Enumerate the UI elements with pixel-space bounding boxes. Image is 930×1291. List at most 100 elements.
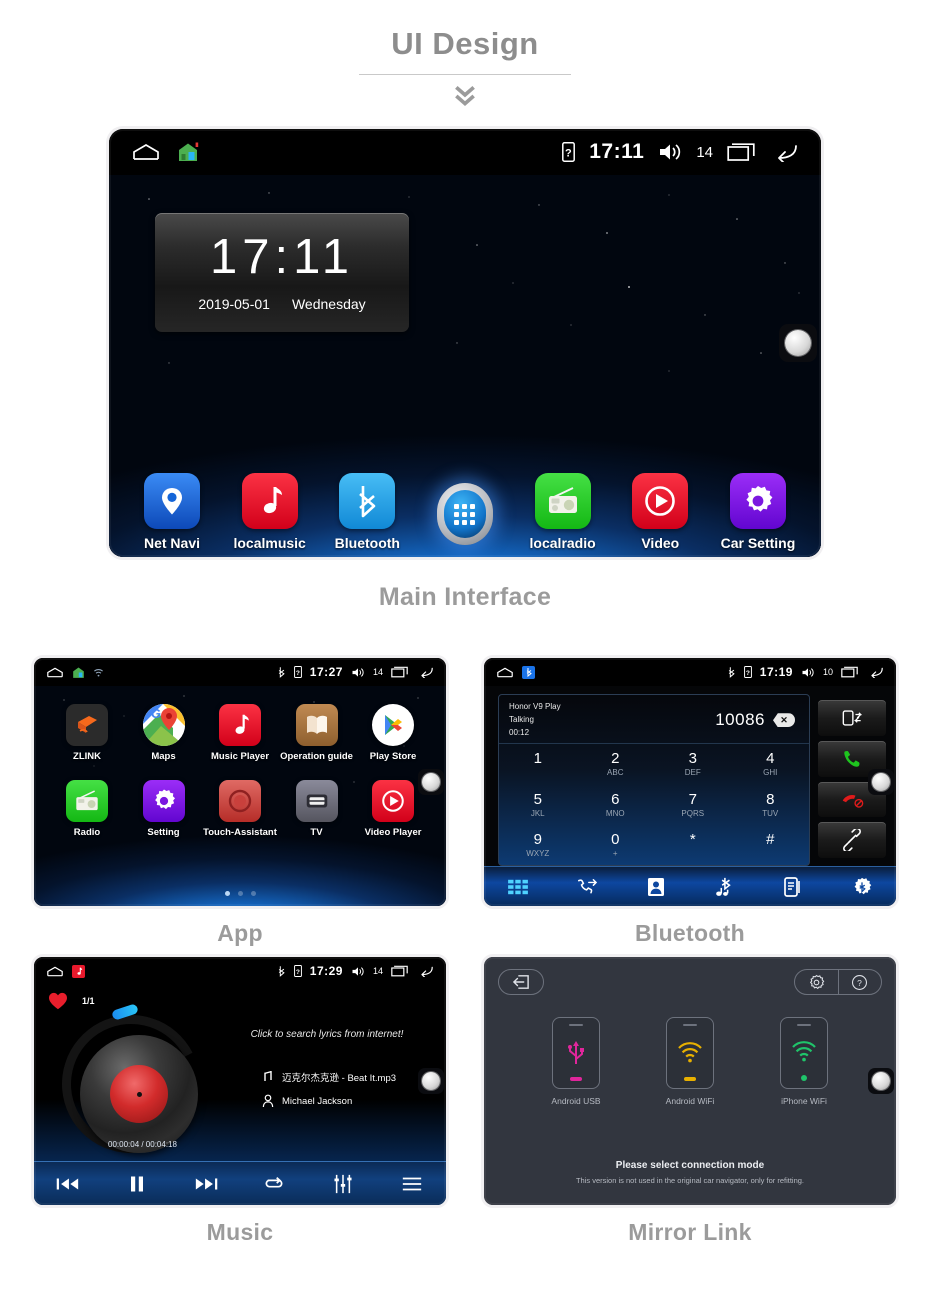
app-item-music-player[interactable]: Music Player [203,704,277,762]
equalizer-icon[interactable] [323,1171,363,1197]
dock-item-localradio[interactable]: localradio [518,473,608,551]
app-item-setting[interactable]: Setting [127,780,201,838]
play-store-icon [372,704,414,746]
key-5[interactable]: 5 JKL [499,785,577,825]
app-item-operation-guide[interactable]: Operation guide [280,704,354,762]
rotary-knob-icon[interactable] [418,769,444,795]
home-outline-icon[interactable] [496,667,514,678]
app-item-tv[interactable]: TV [280,780,354,838]
status-time: 17:19 [759,665,793,679]
turntable[interactable] [44,997,218,1171]
rotary-knob-icon[interactable] [418,1068,444,1094]
house-launcher-icon[interactable] [177,141,199,163]
volume-icon[interactable] [351,966,365,977]
mode-android-wifi[interactable]: Android WiFi [659,1017,721,1106]
key-9[interactable]: 9 WXYZ [499,825,577,865]
back-arrow-icon[interactable] [866,666,884,678]
pause-icon[interactable] [117,1171,157,1197]
key-6[interactable]: 6 MNO [577,785,655,825]
mode-iphone-wifi[interactable]: iPhone WiFi [773,1017,835,1106]
tab-call-history[interactable] [565,873,609,901]
tab-bluetooth-music[interactable] [702,873,746,901]
house-launcher-icon[interactable] [72,666,85,679]
bluetooth-tab-bar [484,866,896,906]
mode-android-usb[interactable]: Android USB [545,1017,607,1106]
app-item-maps[interactable]: G Maps [127,704,201,762]
app-item-touch-assistant[interactable]: Touch-Assistant [203,780,277,838]
dock-item-net-navi[interactable]: Net Navi [127,473,217,551]
app-screen[interactable]: ? 17:27 14 ZLINK G Maps Music Player Ope… [34,658,446,906]
key-letters: WXYZ [526,848,550,858]
key-4[interactable]: 4 GHI [732,744,810,784]
heart-icon[interactable] [48,992,68,1010]
back-arrow-icon[interactable] [416,965,434,977]
dock-item-car-setting[interactable]: Car Setting [713,473,803,551]
music-app-icon[interactable] [72,964,85,978]
tab-phonebook-sync[interactable] [771,873,815,901]
app-item-radio[interactable]: Radio [50,780,124,838]
music-status-bar: ? 17:29 14 [34,957,446,985]
app-label: Maps [151,751,176,762]
main-dock: Net Navi localmusic Bluetooth localradio… [109,473,821,551]
clock-widget[interactable]: 17:11 2019-05-01 Wednesday [155,213,409,332]
recents-icon[interactable] [841,666,858,678]
mirror-cell: ? Android USB Android WiFi iPhone WiFi P… [484,957,896,1246]
bluetooth-cell: ? 17:19 10 Honor V9 Play Talking 00:12 1… [484,658,896,947]
transfer-audio-icon[interactable] [818,700,886,736]
home-outline-icon[interactable] [46,667,64,678]
bluetooth-screen[interactable]: ? 17:19 10 Honor V9 Play Talking 00:12 1… [484,658,896,906]
backspace-icon[interactable]: ✕ [773,713,795,728]
dock-item-bluetooth[interactable]: Bluetooth [322,473,412,551]
recents-icon[interactable] [391,666,408,678]
key-8[interactable]: 8 TUV [732,785,810,825]
call-info: Honor V9 Play Talking 00:12 10086 ✕ [499,695,809,743]
gear-icon[interactable] [795,970,838,994]
app-item-play-store[interactable]: Play Store [356,704,430,762]
volume-icon[interactable] [801,667,815,678]
radio-icon [66,780,108,822]
exit-icon[interactable] [498,969,544,995]
key-2[interactable]: 2 ABC [577,744,655,784]
volume-icon[interactable] [658,142,682,162]
mirror-link-screen[interactable]: ? Android USB Android WiFi iPhone WiFi P… [484,957,896,1205]
question-circle-icon[interactable]: ? [839,970,882,994]
page-indicator[interactable] [34,891,446,896]
key-0[interactable]: 0 + [577,825,655,865]
recents-icon[interactable] [391,965,408,977]
music-screen[interactable]: ? 17:29 14 1/1 Click to search lyrics fr… [34,957,446,1205]
tab-dialpad[interactable] [496,873,540,901]
volume-icon[interactable] [351,667,365,678]
dock-item-app-drawer[interactable] [420,483,510,551]
repeat-icon[interactable] [254,1171,294,1197]
main-interface-screen[interactable]: ? 17:11 14 17:11 2019-05-01 Wednesday Ne… [109,129,821,557]
back-arrow-icon[interactable] [416,666,434,678]
recents-icon[interactable] [727,142,755,162]
app-drawer-icon[interactable] [436,483,493,545]
back-arrow-icon[interactable] [769,142,799,162]
key-1[interactable]: 1 [499,744,577,784]
rotary-knob-icon[interactable] [868,769,894,795]
pair-link-icon[interactable] [818,822,886,858]
key-hash[interactable]: # [732,825,810,865]
key-7[interactable]: 7 PQRS [654,785,732,825]
rotary-knob-icon[interactable] [779,324,817,362]
app-drawer-grid: ZLINK G Maps Music Player Operation guid… [34,692,446,906]
home-outline-icon[interactable] [46,966,64,977]
playlist-icon[interactable] [392,1171,432,1197]
next-track-icon[interactable] [186,1171,226,1197]
tab-bluetooth-settings[interactable] [840,873,884,901]
mode-label: iPhone WiFi [781,1096,827,1106]
bluetooth-app-icon[interactable] [522,665,535,679]
previous-track-icon[interactable] [48,1171,88,1197]
key-3[interactable]: 3 DEF [654,744,732,784]
dock-item-video[interactable]: Video [615,473,705,551]
tab-contacts[interactable] [634,873,678,901]
app-item-zlink[interactable]: ZLINK [50,704,124,762]
lyrics-hint[interactable]: Click to search lyrics from internet! [224,1029,430,1040]
key-letters: ABC [607,768,624,778]
dialpad[interactable]: 1 2 ABC 3 DEF 4 GHI 5 JKL 6 MNO 7 PQRS 8… [499,743,809,865]
key-star[interactable]: * [654,825,732,865]
rotary-knob-icon[interactable] [868,1068,894,1094]
home-outline-icon[interactable] [131,143,161,161]
dock-item-localmusic[interactable]: localmusic [225,473,315,551]
